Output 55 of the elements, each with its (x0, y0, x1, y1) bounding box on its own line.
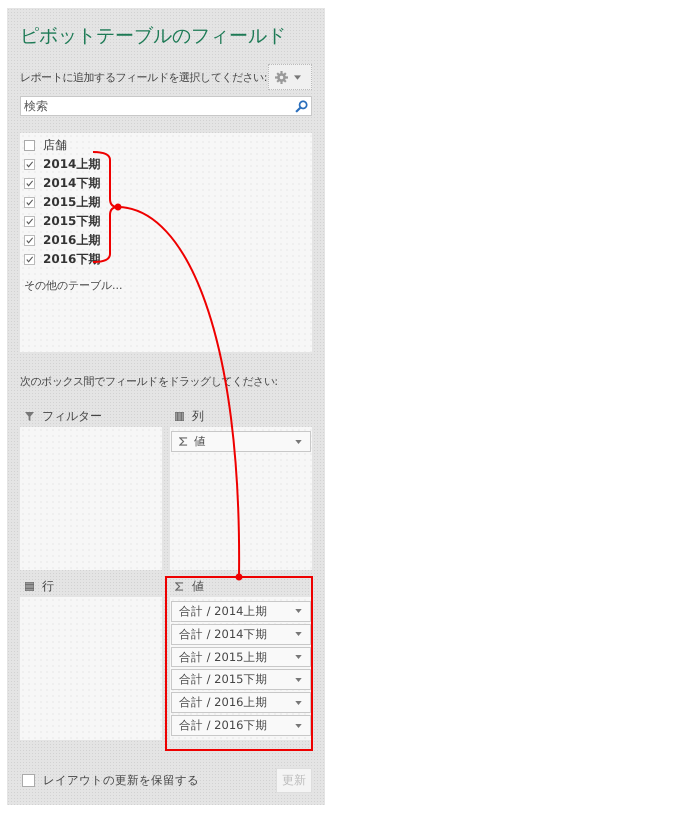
caret-icon[interactable] (295, 609, 302, 614)
caret-icon[interactable] (295, 700, 302, 705)
more-tables-link[interactable]: その他のテーブル... (24, 278, 122, 293)
field-name[interactable]: 2014下期 (43, 175, 100, 192)
rows-icon (25, 582, 34, 590)
field-chip[interactable]: 合計 / 2016下期 (171, 715, 311, 736)
columns-icon (175, 412, 184, 420)
field-chip[interactable]: 合計 / 2015上期 (171, 646, 311, 668)
field-name[interactable]: 2015下期 (43, 213, 100, 230)
checkbox[interactable] (24, 159, 35, 170)
field-chip[interactable]: 合計 / 2014下期 (171, 624, 311, 645)
caret-icon[interactable] (295, 678, 302, 682)
filter-icon (25, 412, 34, 420)
sigma-icon (179, 437, 188, 446)
drop-area[interactable]: 合計 / 2014上期 合計 / 2014下期 合計 / 2015上期 合計 / 2015下期 合計 / 2016上期 合計 / 2016下期 (170, 597, 312, 740)
field-name[interactable]: 2014上期 (43, 156, 100, 173)
chip-label: 合計 / 2016上期 (179, 695, 268, 710)
chip-label: 合計 / 2015上期 (179, 650, 268, 665)
chip-label: 合計 / 2015下期 (179, 672, 268, 688)
checkbox[interactable] (24, 216, 35, 227)
caret-icon[interactable] (295, 724, 302, 728)
checkbox[interactable] (22, 774, 35, 787)
chip-label: 合計 / 2014上期 (179, 604, 268, 619)
chip-label: 合計 / 2016下期 (179, 718, 268, 734)
search-icon[interactable] (295, 100, 308, 113)
caret-icon[interactable] (295, 440, 302, 444)
sigma-icon (175, 582, 184, 590)
area-label: フィルター (42, 408, 102, 424)
checkbox[interactable] (24, 235, 35, 246)
chip-label: 合計 / 2014下期 (179, 626, 268, 642)
checkbox[interactable] (24, 178, 35, 189)
field-chip[interactable]: 合計 / 2014上期 (171, 601, 311, 622)
settings-button[interactable] (268, 64, 312, 90)
caret-icon[interactable] (295, 632, 302, 636)
drop-area[interactable]: 値 (170, 427, 312, 570)
caret-icon (294, 74, 301, 80)
defer-update-label[interactable]: レイアウトの更新を保留する (43, 773, 268, 788)
area-label: 値 (192, 578, 204, 594)
caret-icon[interactable] (295, 655, 302, 660)
search-field[interactable]: 検索 (20, 96, 312, 116)
area-label: 列 (192, 408, 204, 424)
field-chip[interactable]: 値 (171, 431, 311, 452)
checkbox[interactable] (24, 140, 35, 151)
instruction-text: レポートに追加するフィールドを選択してください: (20, 70, 268, 84)
checkbox[interactable] (24, 197, 35, 208)
field-name[interactable]: 2016上期 (43, 232, 100, 249)
field-chip[interactable]: 合計 / 2015下期 (171, 669, 311, 690)
field-chip[interactable]: 合計 / 2016上期 (171, 692, 311, 714)
checkbox[interactable] (24, 254, 35, 265)
gear-icon (275, 70, 288, 84)
field-name[interactable]: 店舗 (43, 137, 67, 154)
field-name[interactable]: 2015上期 (43, 194, 100, 211)
panel-title: ピボットテーブルのフィールド (20, 24, 286, 49)
chip-label: 値 (194, 434, 207, 449)
area-label: 行 (42, 578, 54, 594)
